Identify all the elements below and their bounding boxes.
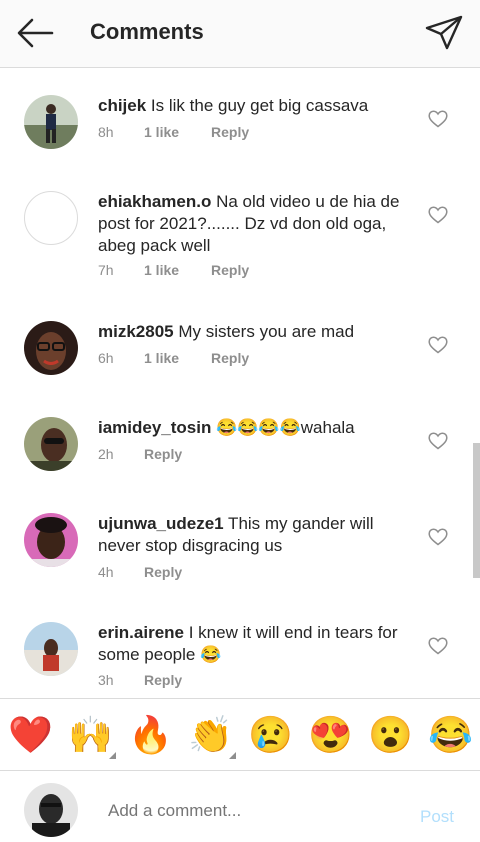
like-button[interactable] <box>428 637 448 655</box>
comment-body: Is lik the guy get big cassava <box>146 96 369 115</box>
like-count[interactable]: 1 like <box>144 124 211 140</box>
comment-username[interactable]: iamidey_tosin <box>98 418 211 437</box>
comment-text: ehiakhamen.o Na old video u de hia de po… <box>98 191 414 257</box>
emoji-crying-button[interactable]: 😢 <box>248 713 293 757</box>
arrow-left-icon <box>17 18 54 48</box>
reply-button[interactable]: Reply <box>144 672 182 688</box>
comment-time: 6h <box>98 350 114 366</box>
emoji-laughing-button[interactable]: 😂 <box>428 713 473 757</box>
reply-button[interactable]: Reply <box>211 124 249 140</box>
avatar[interactable] <box>24 191 78 245</box>
comment-meta: 2h Reply <box>98 446 182 462</box>
comment-username[interactable]: chijek <box>98 96 146 115</box>
comment-time: 8h <box>98 124 114 140</box>
comment-username[interactable]: ujunwa_udeze1 <box>98 514 224 533</box>
back-button[interactable] <box>14 14 56 52</box>
comment-body: 😂😂😂😂wahala <box>211 418 355 437</box>
comment-meta: 7h 1 like Reply <box>98 262 249 278</box>
comment-time: 3h <box>98 672 114 688</box>
my-avatar <box>24 783 78 837</box>
comment-body: My sisters you are mad <box>173 322 355 341</box>
comment-meta: 8h 1 like Reply <box>98 124 249 140</box>
comment-username[interactable]: ehiakhamen.o <box>98 192 211 211</box>
heart-outline-icon <box>428 528 448 546</box>
reply-button[interactable]: Reply <box>211 350 249 366</box>
avatar[interactable] <box>24 95 78 149</box>
top-bar: Comments <box>0 0 480 68</box>
comment-time: 2h <box>98 446 114 462</box>
emoji-fire-button[interactable]: 🔥 <box>128 713 173 757</box>
emoji-heart-button[interactable]: ❤️ <box>8 713 53 757</box>
like-count[interactable]: 1 like <box>144 350 211 366</box>
like-count[interactable]: 1 like <box>144 262 211 278</box>
heart-outline-icon <box>428 637 448 655</box>
emoji-heart-eyes-button[interactable]: 😍 <box>308 713 353 757</box>
avatar[interactable] <box>24 622 78 676</box>
like-button[interactable] <box>428 528 448 546</box>
emoji-surprised-button[interactable]: 😮 <box>368 713 413 757</box>
comment-time: 7h <box>98 262 114 278</box>
comment-username[interactable]: mizk2805 <box>98 322 174 341</box>
reply-button[interactable]: Reply <box>144 564 182 580</box>
comments-list[interactable]: chijek Is lik the guy get big cassava 8h… <box>0 69 480 698</box>
direct-message-button[interactable] <box>424 12 464 52</box>
like-button[interactable] <box>428 432 448 450</box>
direct-message-icon <box>425 15 463 50</box>
emoji-bar: ❤️ 🙌 🔥 👏 😢 😍 😮 😂 <box>0 698 480 771</box>
page-title: Comments <box>90 19 204 44</box>
skin-tone-indicator <box>109 752 116 759</box>
comment-meta: 6h 1 like Reply <box>98 350 249 366</box>
comment-composer: Post <box>0 771 480 842</box>
heart-outline-icon <box>428 432 448 450</box>
comment-time: 4h <box>98 564 114 580</box>
like-button[interactable] <box>428 336 448 354</box>
comment-text: mizk2805 My sisters you are mad <box>98 321 414 343</box>
comment-text: chijek Is lik the guy get big cassava <box>98 95 414 117</box>
reply-button[interactable]: Reply <box>211 262 249 278</box>
avatar[interactable] <box>24 321 78 375</box>
like-button[interactable] <box>428 206 448 224</box>
heart-outline-icon <box>428 206 448 224</box>
comment-username[interactable]: erin.airene <box>98 623 184 642</box>
reply-button[interactable]: Reply <box>144 446 182 462</box>
avatar[interactable] <box>24 513 78 567</box>
scrollbar[interactable] <box>473 443 480 578</box>
like-button[interactable] <box>428 110 448 128</box>
avatar[interactable] <box>24 417 78 471</box>
emoji-raised-hands-button[interactable]: 🙌 <box>68 713 116 759</box>
comment-text: ujunwa_udeze1 This my gander will never … <box>98 513 414 557</box>
comment-input[interactable] <box>108 801 388 821</box>
comment-text: erin.airene I knew it will end in tears … <box>98 622 414 666</box>
comment-meta: 4h Reply <box>98 564 182 580</box>
skin-tone-indicator <box>229 752 236 759</box>
comment-text: iamidey_tosin 😂😂😂😂wahala <box>98 417 414 439</box>
heart-outline-icon <box>428 336 448 354</box>
comment-meta: 3h Reply <box>98 672 182 688</box>
post-button[interactable]: Post <box>420 807 454 827</box>
emoji-clapping-button[interactable]: 👏 <box>188 713 236 759</box>
heart-outline-icon <box>428 110 448 128</box>
